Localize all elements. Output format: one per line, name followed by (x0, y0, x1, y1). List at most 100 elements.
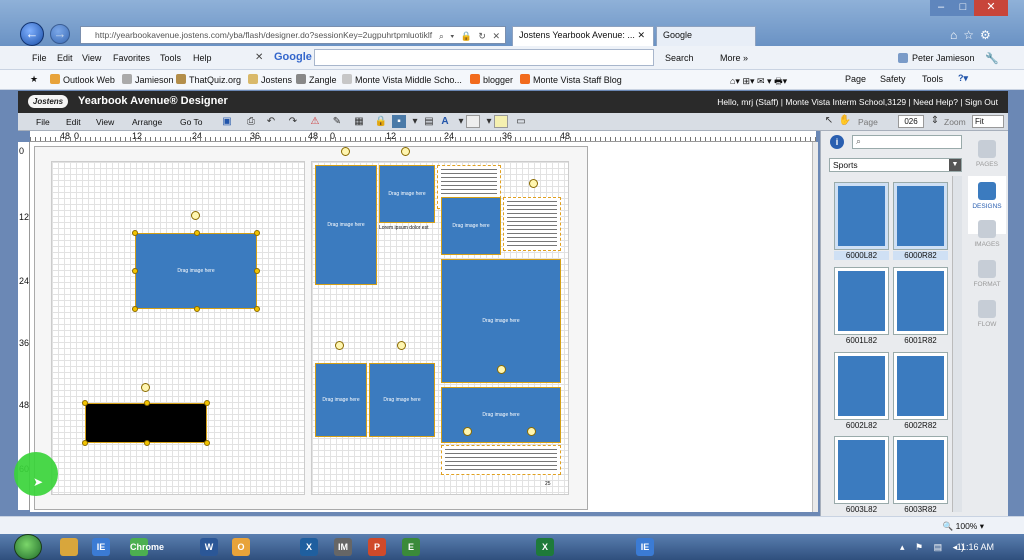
taskbar-app[interactable]: P (368, 538, 386, 556)
pointer-icon[interactable]: ↖ (822, 114, 836, 127)
close-window-button[interactable]: ✕ (974, 0, 1008, 16)
resize-handle[interactable] (204, 400, 210, 406)
resize-handle[interactable] (132, 268, 138, 274)
app-menu-file[interactable]: File (36, 117, 50, 127)
rotate-handle-icon[interactable] (141, 383, 150, 392)
image-placeholder[interactable]: Drag image here (441, 197, 501, 255)
font-color-icon[interactable]: A (438, 115, 452, 128)
panel-splitter[interactable] (812, 142, 818, 512)
rotate-handle-icon[interactable] (341, 147, 350, 156)
text-tool-icon[interactable]: ✎ (330, 115, 344, 128)
resize-handle[interactable] (194, 230, 200, 236)
rotate-handle-icon[interactable] (335, 341, 344, 350)
image-placeholder[interactable]: Drag image here (379, 165, 435, 223)
taskbar-app[interactable]: X (536, 538, 554, 556)
design-thumb-6001L82[interactable] (834, 267, 889, 335)
image-tool-icon[interactable]: ▪ (392, 115, 406, 128)
arrows-icon[interactable]: ⇕ (928, 114, 942, 127)
search-button[interactable]: Search (665, 53, 694, 63)
dropdown-icon[interactable]: ▾ (408, 115, 422, 128)
taskbar-app[interactable]: IM (334, 538, 352, 556)
resize-handle[interactable] (132, 306, 138, 312)
resize-handle[interactable] (194, 306, 200, 312)
resize-handle[interactable] (204, 440, 210, 446)
taskbar-app[interactable]: Chrome (130, 538, 164, 556)
zoom-level[interactable]: 🔍 100% ▾ (943, 521, 984, 532)
image-placeholder[interactable]: Drag image here (315, 363, 367, 437)
spellcheck-icon[interactable]: ▦ (352, 115, 366, 128)
favorites-star-icon[interactable]: ★ (30, 74, 38, 85)
help-icon[interactable]: ?▾ (958, 73, 968, 84)
home-feed-print-icons[interactable]: ⌂▾ ⊞▾ ✉ ▾ 🖶▾ (730, 74, 787, 90)
cmd-tools[interactable]: Tools (922, 74, 943, 84)
google-search-input[interactable] (314, 49, 654, 66)
fav-outlook[interactable]: Outlook Web (50, 74, 115, 85)
design-thumb-6000R82[interactable] (893, 182, 948, 250)
address-icons[interactable]: ⌕ ▾ 🔒 ↻ ✕ (435, 28, 505, 43)
note-icon[interactable] (494, 115, 508, 128)
fav-blogger[interactable]: blogger (470, 74, 513, 85)
rotate-handle-icon[interactable] (397, 341, 406, 350)
image-placeholder[interactable]: Drag image here (132, 230, 260, 312)
image-placeholder[interactable]: Drag image here (441, 387, 561, 443)
clock[interactable]: 11:16 AM (957, 542, 994, 552)
fav-jamieson[interactable]: Jamieson (122, 74, 174, 85)
comment-icon[interactable]: ▭ (514, 115, 528, 128)
fav-monte-vista[interactable]: Monte Vista Middle Scho... (342, 74, 462, 85)
print-icon[interactable]: ⎙ (244, 115, 258, 128)
yearbook-spread[interactable]: Drag image here Drag image here Drag ima… (34, 146, 588, 510)
rotate-handle-icon[interactable] (527, 427, 536, 436)
resize-handle[interactable] (144, 440, 150, 446)
black-box[interactable] (82, 400, 210, 446)
design-thumb-6003L82[interactable] (834, 436, 889, 504)
design-thumb-6000L82[interactable] (834, 182, 889, 250)
rotate-handle-icon[interactable] (401, 147, 410, 156)
cmd-safety[interactable]: Safety (880, 74, 906, 84)
taskbar-app[interactable]: IE (92, 538, 110, 556)
forward-button[interactable]: → (50, 24, 70, 44)
text-title[interactable]: Lorem ipsum dolor est (379, 225, 435, 233)
menu-edit[interactable]: Edit (57, 53, 73, 63)
taskbar-app[interactable]: W (200, 538, 218, 556)
resize-handle[interactable] (254, 230, 260, 236)
design-thumb-6001R82[interactable] (893, 267, 948, 335)
app-menu-arrange[interactable]: Arrange (132, 117, 162, 127)
image-placeholder[interactable]: Drag image here (315, 165, 377, 285)
explorer-icon[interactable] (60, 538, 78, 556)
zoom-select[interactable]: Fit (972, 115, 1004, 128)
fav-zangle[interactable]: Zangle (296, 74, 337, 85)
more-button[interactable]: More » (720, 53, 748, 63)
app-menu-goto[interactable]: Go To (180, 117, 203, 127)
text-box[interactable] (441, 445, 561, 475)
rotate-handle-icon[interactable] (463, 427, 472, 436)
app-menu-edit[interactable]: Edit (66, 117, 81, 127)
address-bar[interactable]: http://yearbookavenue.jostens.com/yba/fl… (80, 26, 506, 44)
left-page[interactable] (51, 161, 305, 495)
resize-handle[interactable] (132, 230, 138, 236)
menu-tools[interactable]: Tools (160, 53, 181, 63)
resize-handle[interactable] (144, 400, 150, 406)
start-button[interactable] (14, 534, 42, 560)
lock-icon[interactable]: 🔒 (374, 115, 388, 128)
rotate-handle-icon[interactable] (529, 179, 538, 188)
undo-icon[interactable]: ↶ (264, 115, 278, 128)
category-select[interactable]: Sports ▼ (829, 158, 962, 172)
tab-close-icon[interactable]: ✕ (637, 30, 645, 40)
hand-icon[interactable]: ✋ (838, 114, 852, 127)
menu-file[interactable]: File (32, 53, 47, 63)
cmd-page[interactable]: Page (845, 74, 866, 84)
close-toolbar-icon[interactable]: ✕ (255, 52, 263, 63)
redo-icon[interactable]: ↷ (286, 115, 300, 128)
layers-icon[interactable]: ▤ (422, 115, 436, 128)
taskbar-app[interactable]: O (232, 538, 250, 556)
resize-handle[interactable] (254, 268, 260, 274)
fav-staff-blog[interactable]: Monte Vista Staff Blog (520, 74, 622, 85)
fav-thatquiz[interactable]: ThatQuiz.org (176, 74, 241, 85)
app-menu-view[interactable]: View (96, 117, 114, 127)
rotate-handle-icon[interactable] (497, 365, 506, 374)
image-placeholder[interactable]: Drag image here (369, 363, 435, 437)
text-box[interactable] (503, 197, 561, 251)
user-greeting[interactable]: Hello, mrj (Staff) | Monte Vista Interm … (717, 97, 998, 107)
minimize-button[interactable]: – (930, 0, 952, 16)
panel-scrollbar[interactable] (952, 176, 962, 512)
